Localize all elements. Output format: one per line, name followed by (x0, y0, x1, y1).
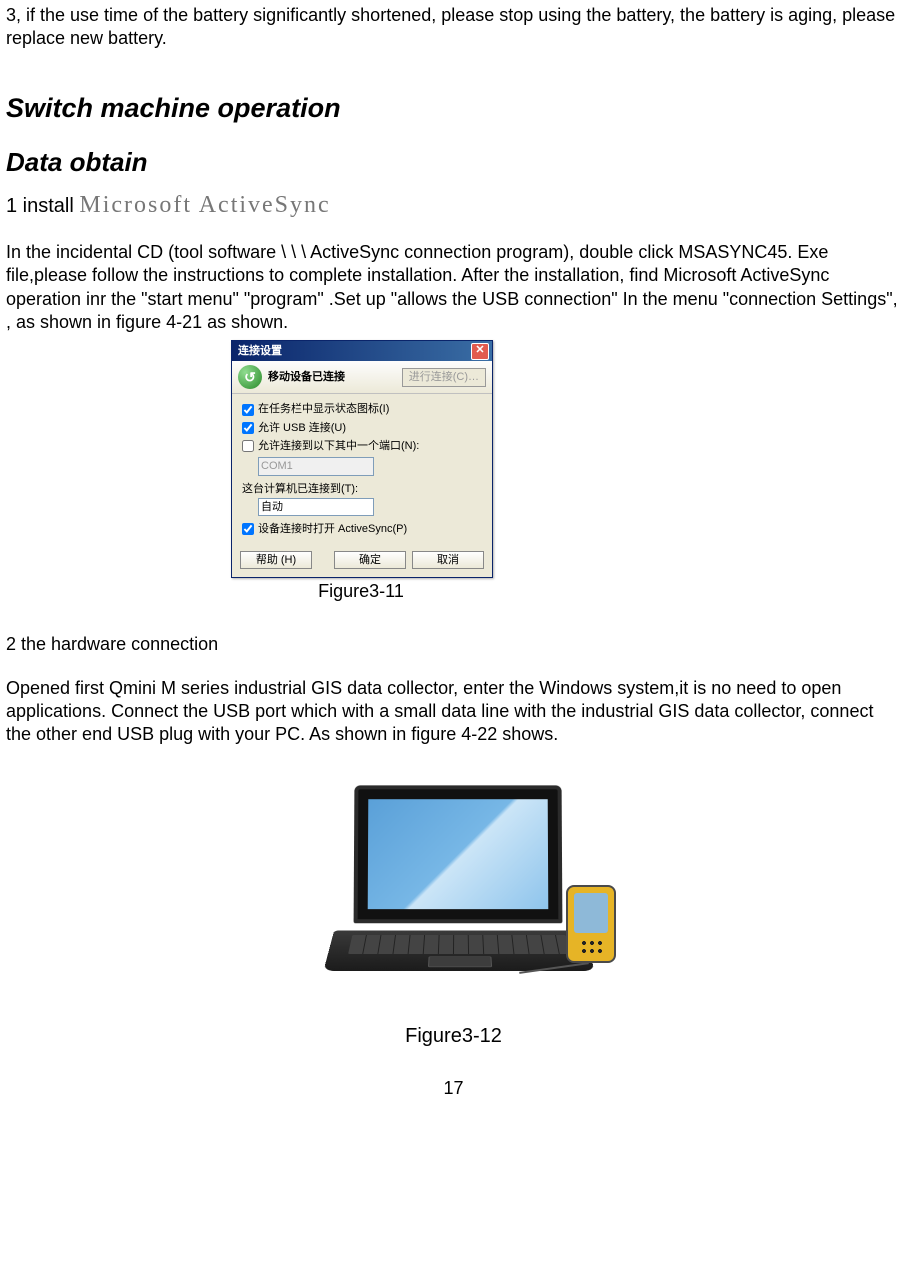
allow-port-checkbox[interactable] (242, 440, 254, 452)
connected-to-select[interactable]: 自动 (258, 498, 374, 516)
page-number: 17 (6, 1077, 901, 1100)
figure-3-11-caption: Figure3-11 (231, 580, 491, 603)
connect-button[interactable]: 进行连接(C)… (402, 368, 486, 386)
figure-3-12-caption: Figure3-12 (6, 1023, 901, 1049)
step1-prefix: 1 install (6, 195, 79, 217)
allow-usb-checkbox[interactable] (242, 422, 254, 434)
allow-usb-label: 允许 USB 连接(U) (258, 421, 346, 435)
step1-product: Microsoft ActiveSync (79, 192, 330, 218)
dialog-title: 连接设置 (238, 344, 282, 358)
connection-settings-dialog: 连接设置 ✕ ↺ 移动设备已连接 进行连接(C)… 在任务栏中显示状态图标(I)… (231, 340, 493, 577)
dialog-status-row: ↺ 移动设备已连接 进行连接(C)… (232, 361, 492, 394)
heading-switch-machine: Switch machine operation (6, 91, 901, 126)
step1-paragraph: In the incidental CD (tool software \ \ … (6, 241, 901, 335)
step2-paragraph: Opened first Qmini M series industrial G… (6, 677, 901, 747)
step1-title: 1 install Microsoft ActiveSync (6, 190, 901, 221)
dialog-titlebar: 连接设置 ✕ (232, 341, 492, 361)
com-port-select[interactable]: COM1 (258, 457, 374, 475)
open-activesync-checkbox[interactable] (242, 523, 254, 535)
cancel-button[interactable]: 取消 (412, 551, 484, 569)
help-button[interactable]: 帮助 (H) (240, 551, 312, 569)
heading-data-obtain: Data obtain (6, 146, 901, 180)
close-icon[interactable]: ✕ (471, 343, 489, 360)
tray-icon-label: 在任务栏中显示状态图标(I) (258, 402, 389, 416)
step2-title: 2 the hardware connection (6, 633, 901, 656)
ok-button[interactable]: 确定 (334, 551, 406, 569)
intro-paragraph: 3, if the use time of the battery signif… (6, 4, 901, 51)
laptop-device-illustration (284, 777, 624, 997)
dialog-status-text: 移动设备已连接 (268, 370, 396, 384)
sync-icon: ↺ (238, 365, 262, 389)
connected-to-label: 这台计算机已连接到(T): (242, 482, 482, 496)
gis-device-icon (566, 885, 616, 963)
tray-icon-checkbox[interactable] (242, 404, 254, 416)
allow-port-label: 允许连接到以下其中一个端口(N): (258, 439, 419, 453)
open-activesync-label: 设备连接时打开 ActiveSync(P) (258, 522, 407, 536)
